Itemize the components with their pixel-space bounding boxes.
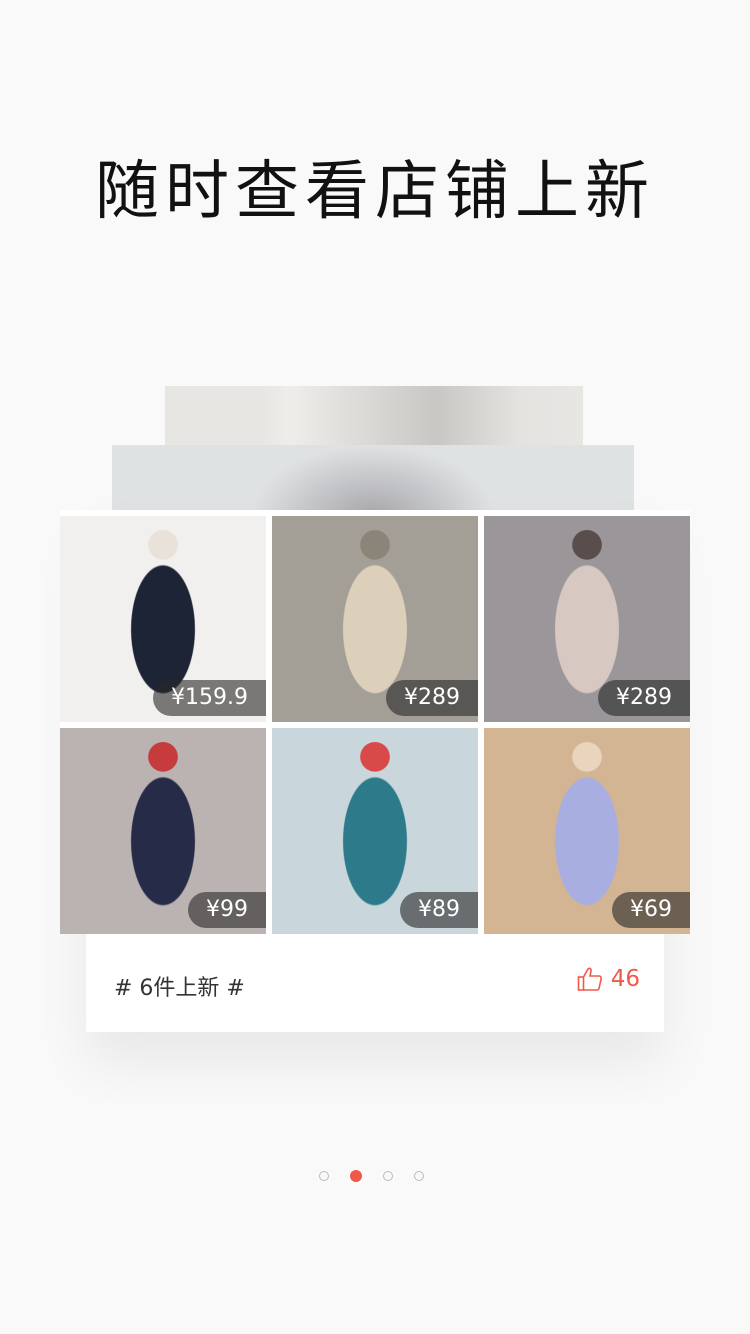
page-dot-active[interactable] [350, 1170, 362, 1182]
new-arrivals-tag: # 6件上新 # [114, 976, 245, 1001]
page-dot[interactable] [319, 1171, 329, 1181]
page-dot[interactable] [383, 1171, 393, 1181]
thumbs-up-icon [577, 967, 602, 991]
product-tile[interactable]: ¥289 [272, 516, 478, 722]
stacked-card-middle [112, 445, 634, 515]
page-title: 随时查看店铺上新 [95, 155, 655, 229]
product-tile[interactable]: ¥89 [272, 728, 478, 934]
price-badge: ¥159.9 [153, 680, 266, 716]
product-grid: ¥159.9 ¥289 ¥289 ¥99 ¥89 ¥69 [60, 516, 690, 934]
price-badge: ¥69 [612, 892, 690, 928]
product-tile[interactable]: ¥289 [484, 516, 690, 722]
price-badge: ¥89 [400, 892, 478, 928]
like-count: 46 [610, 966, 640, 992]
like-button[interactable]: 46 [577, 966, 640, 992]
price-badge: ¥289 [598, 680, 690, 716]
product-tile[interactable]: ¥159.9 [60, 516, 266, 722]
page-indicator [319, 1170, 424, 1182]
product-tile[interactable]: ¥69 [484, 728, 690, 934]
price-badge: ¥289 [386, 680, 478, 716]
price-badge: ¥99 [188, 892, 266, 928]
product-tile[interactable]: ¥99 [60, 728, 266, 934]
page-dot[interactable] [414, 1171, 424, 1181]
